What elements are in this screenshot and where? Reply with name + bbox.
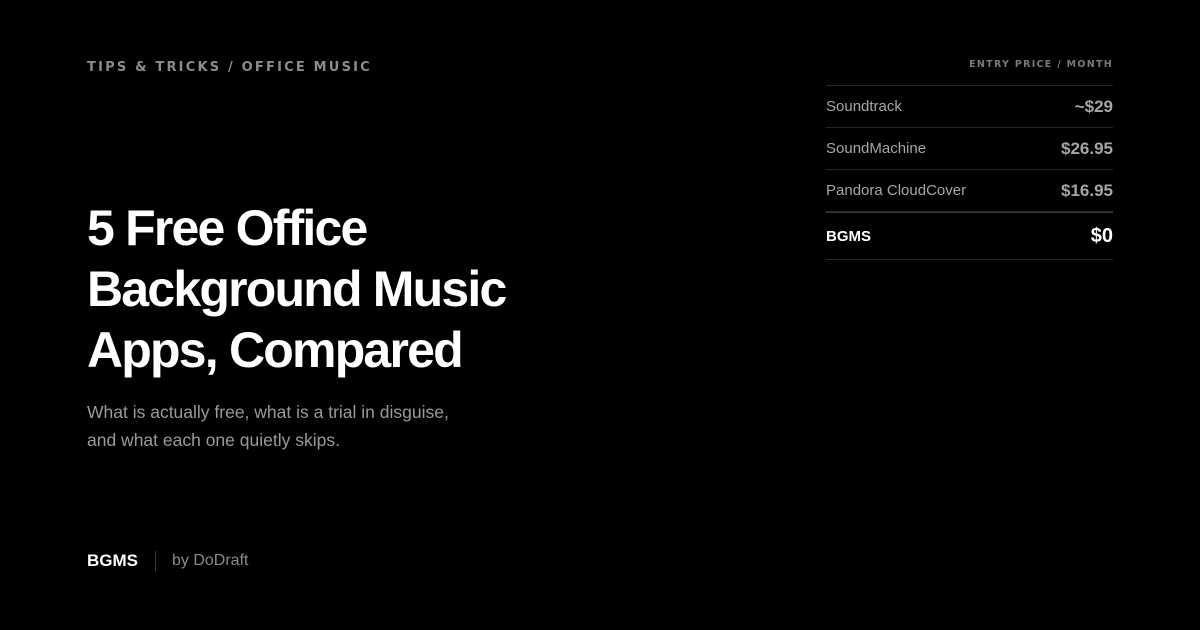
footer: BGMS by DoDraft [87, 550, 248, 572]
brand-logo: BGMS [87, 551, 138, 570]
page-title: 5 Free Office Background Music Apps, Com… [87, 198, 607, 381]
app-price: ~$29 [1074, 96, 1113, 116]
app-price: $26.95 [1061, 138, 1113, 158]
breadcrumb: TIPS & TRICKS / OFFICE MUSIC [87, 60, 372, 75]
app-name: BGMS [826, 227, 871, 245]
price-comparison-table: ENTRY PRICE / MONTH Soundtrack ~$29 Soun… [826, 58, 1113, 260]
app-name: Soundtrack [826, 98, 902, 115]
subtitle: What is actually free, what is a trial i… [87, 398, 449, 454]
price-row: Pandora CloudCover $16.95 [826, 170, 1113, 212]
page-title-line: Apps, Compared [87, 322, 464, 378]
byline: by DoDraft [172, 552, 249, 569]
subtitle-line: What is actually free, what is a trial i… [87, 402, 449, 422]
app-price: $16.95 [1061, 180, 1113, 200]
price-table-header: ENTRY PRICE / MONTH [826, 58, 1113, 86]
subtitle-line: and what each one quietly skips. [87, 430, 340, 450]
app-price: $0 [1090, 224, 1113, 247]
page-title-line: 5 Free Office [87, 200, 368, 256]
app-name: Pandora CloudCover [826, 182, 967, 199]
page-title-line: Background Music [87, 261, 507, 317]
price-row-highlighted: BGMS $0 [826, 212, 1113, 260]
app-name: SoundMachine [826, 140, 927, 157]
price-row: SoundMachine $26.95 [826, 128, 1113, 170]
price-row: Soundtrack ~$29 [826, 86, 1113, 128]
footer-divider [155, 551, 156, 571]
